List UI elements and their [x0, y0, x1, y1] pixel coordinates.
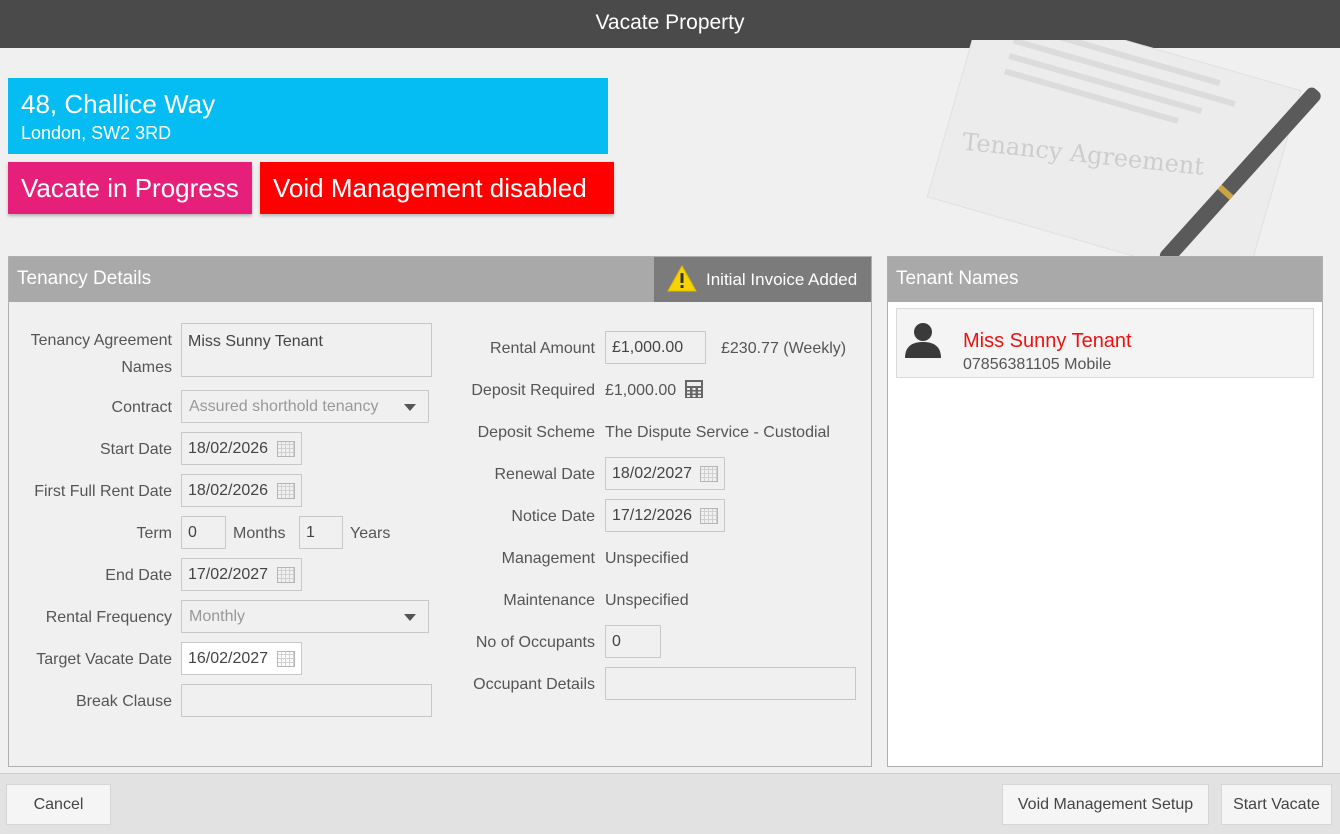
contract-label: Contract — [111, 399, 172, 416]
first-full-rent-label: First Full Rent Date — [34, 483, 172, 500]
initial-invoice-label: Initial Invoice Added — [706, 270, 858, 289]
contract-value: Assured shorthold tenancy — [189, 398, 379, 415]
occupants-input[interactable]: 0 — [605, 625, 661, 658]
years-label: Years — [350, 525, 391, 542]
rental-amount-value: £1,000.00 — [612, 339, 684, 356]
deposit-required-label: Deposit Required — [471, 382, 595, 399]
person-icon — [905, 323, 941, 358]
first-full-rent-input[interactable]: 18/02/2026 — [181, 474, 302, 507]
rental-amount-label: Rental Amount — [490, 340, 595, 357]
occupant-details-input[interactable] — [605, 667, 856, 700]
management-value: Unspecified — [605, 550, 689, 567]
notice-date-input[interactable]: 17/12/2026 — [605, 499, 725, 532]
chevron-down-icon — [404, 614, 416, 621]
start-date-label: Start Date — [99, 441, 172, 458]
chevron-down-icon — [404, 404, 416, 411]
tenancy-details-header: Tenancy Details Initial Invoice Added — [9, 257, 871, 302]
initial-invoice-tag: Initial Invoice Added — [654, 257, 871, 302]
tenant-name[interactable]: Miss Sunny Tenant — [963, 329, 1132, 353]
management-label: Management — [501, 550, 595, 567]
contract-select[interactable]: Assured shorthold tenancy — [181, 390, 429, 423]
agreement-names-label-2: Names — [121, 359, 172, 376]
agreement-names-field[interactable]: Miss Sunny Tenant — [181, 323, 432, 377]
calculator-icon[interactable] — [684, 379, 704, 404]
cancel-button[interactable]: Cancel — [6, 784, 111, 825]
rental-frequency-label: Rental Frequency — [45, 609, 172, 626]
weekly-amount: £230.77 (Weekly) — [721, 340, 847, 357]
break-clause-input[interactable] — [181, 684, 432, 717]
agreement-names-value: Miss Sunny Tenant — [188, 333, 323, 350]
tenant-list-item[interactable]: Miss Sunny Tenant 07856381105 Mobile — [896, 308, 1314, 378]
calendar-icon[interactable] — [277, 567, 295, 583]
maintenance-value: Unspecified — [605, 592, 689, 609]
calendar-icon[interactable] — [277, 483, 295, 499]
occupant-details-label: Occupant Details — [473, 676, 595, 693]
occupants-value: 0 — [612, 633, 621, 650]
months-label: Months — [233, 525, 286, 542]
end-date-input[interactable]: 17/02/2027 — [181, 558, 302, 591]
start-vacate-button[interactable]: Start Vacate — [1221, 784, 1332, 825]
property-address-line2: London, SW2 3RD — [21, 123, 172, 143]
deposit-scheme-label: Deposit Scheme — [477, 424, 595, 441]
term-months-value: 0 — [188, 524, 197, 541]
start-date-input[interactable]: 18/02/2026 — [181, 432, 302, 465]
break-clause-label: Break Clause — [75, 693, 172, 710]
occupants-label: No of Occupants — [475, 634, 595, 651]
maintenance-label: Maintenance — [503, 592, 595, 609]
calendar-icon[interactable] — [700, 508, 718, 524]
end-date-label: End Date — [105, 567, 172, 584]
warning-icon — [667, 265, 697, 292]
tenancy-agreement-image: Tenancy Agreement — [880, 40, 1340, 256]
rental-amount-input[interactable]: £1,000.00 — [605, 331, 706, 364]
calendar-icon[interactable] — [277, 651, 295, 667]
calendar-icon[interactable] — [700, 466, 718, 482]
tenant-phone: 07856381105 Mobile — [963, 356, 1112, 373]
target-vacate-label: Target Vacate Date — [36, 651, 172, 668]
term-months-input[interactable]: 0 — [181, 516, 226, 549]
renewal-date-label: Renewal Date — [494, 466, 596, 483]
property-address-line1: 48, Challice Way — [21, 89, 216, 119]
tenant-names-header: Tenant Names — [888, 257, 1322, 302]
rental-frequency-value: Monthly — [189, 608, 246, 625]
agreement-names-label-1: Tenancy Agreement — [30, 332, 172, 349]
target-vacate-input[interactable]: 16/02/2027 — [181, 642, 302, 675]
vacate-status-badge: Vacate in Progress — [8, 162, 252, 214]
renewal-date-input[interactable]: 18/02/2027 — [605, 457, 725, 490]
void-status-badge: Void Management disabled — [260, 162, 614, 214]
term-years-value: 1 — [306, 524, 315, 541]
term-label: Term — [136, 525, 172, 542]
rental-frequency-select[interactable]: Monthly — [181, 600, 429, 633]
tenancy-details-title: Tenancy Details — [17, 268, 152, 289]
void-management-setup-button[interactable]: Void Management Setup — [1002, 784, 1209, 825]
deposit-required-value: £1,000.00 — [605, 382, 677, 399]
deposit-scheme-value: The Dispute Service - Custodial — [605, 424, 830, 441]
calendar-icon[interactable] — [277, 441, 295, 457]
notice-date-label: Notice Date — [511, 508, 595, 525]
property-address-banner: 48, Challice Way London, SW2 3RD — [8, 78, 608, 154]
term-years-input[interactable]: 1 — [299, 516, 343, 549]
